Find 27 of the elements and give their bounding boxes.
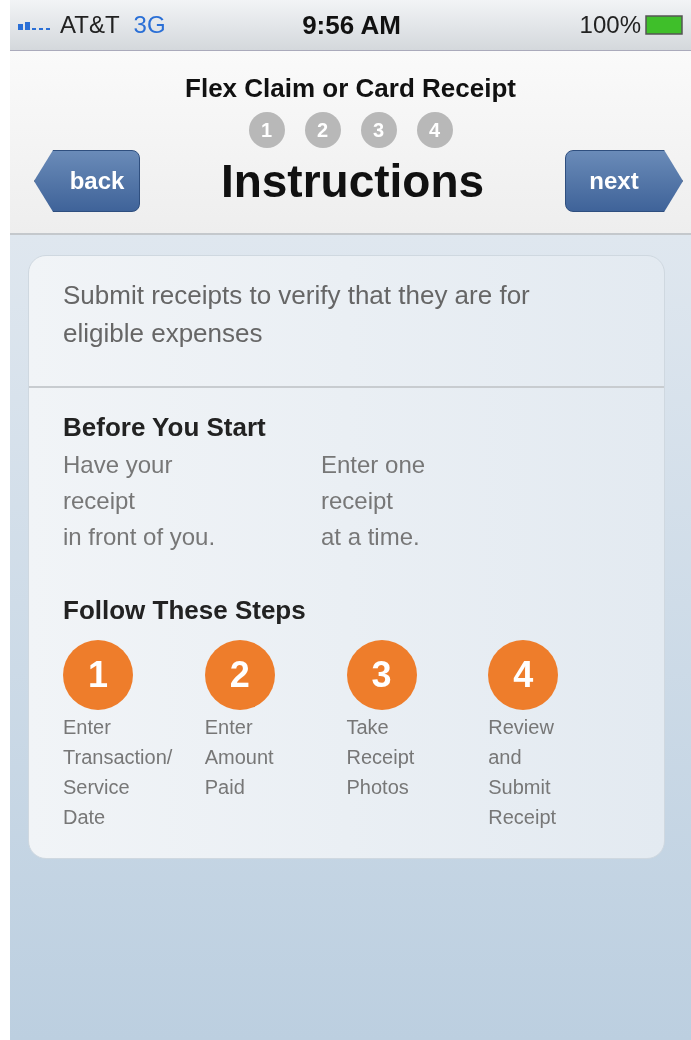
step-label: Review and Submit Receipt [488,715,557,830]
step-label: Enter Transaction/ Service Date [63,715,173,830]
progress-step: 2 [304,112,341,148]
carrier-name: AT&T [60,11,120,39]
step-number: 1 [63,640,133,710]
page-title: Instructions [220,154,485,208]
battery-percent: 100% [579,11,641,39]
back-button[interactable]: back [34,150,140,212]
step-label: Take Receipt Photos [346,715,415,800]
tip-text: Enter one receipt at a time. [321,450,427,552]
signal-icon [18,20,52,30]
step-number: 2 [204,640,275,710]
next-button[interactable]: next [565,150,683,212]
progress-step: 1 [248,112,285,148]
battery-icon [645,15,685,35]
section-heading: Follow These Steps [63,595,307,626]
step-number: 3 [346,640,417,710]
step-number: 4 [488,640,559,710]
intro-text: Submit receipts to verify that they are for eligible expenses [29,256,664,388]
progress-step: 3 [360,112,397,148]
progress-step: 4 [416,112,453,148]
section-heading: Before You Start [63,412,267,443]
step-label: Enter Amount Paid [204,715,274,800]
network-type: 3G [133,11,166,39]
tip-text: Have your receipt in front of you. [63,450,217,552]
flow-title: Flex Claim or Card Receipt [185,73,516,104]
status-time: 9:56 AM [302,9,401,41]
